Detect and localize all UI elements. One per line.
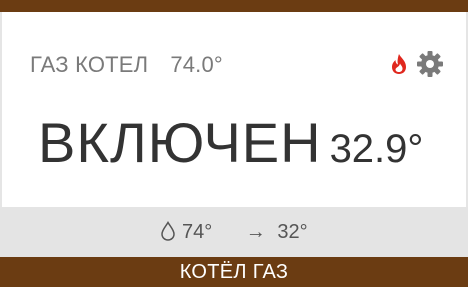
- arrow-right-icon: →: [245, 221, 266, 243]
- widget-footer[interactable]: КОТЁЛ ГАЗ: [0, 257, 468, 287]
- water-drop-icon: [161, 221, 176, 241]
- readings-row: 74° → 32°: [0, 221, 468, 244]
- boiler-status: ВКЛЮЧЕН 32.9°: [38, 110, 423, 175]
- setpoint-temp: 74.0°: [170, 52, 223, 77]
- widget-header: ГАЗ КОТЕЛ 74.0°: [30, 52, 223, 78]
- status-text: ВКЛЮЧЕН: [38, 111, 322, 174]
- readings-panel: 74° → 32°: [0, 207, 468, 257]
- top-accent-bar: [0, 0, 468, 12]
- boiler-widget: ГАЗ КОТЕЛ 74.0° ВКЛЮЧЕН 32.9° 74° → 32° …: [0, 0, 468, 287]
- flame-icon: [392, 54, 406, 74]
- device-title: ГАЗ КОТЕЛ: [30, 52, 149, 77]
- header-icons: [390, 50, 444, 78]
- supply-temp: 74°: [181, 221, 213, 243]
- target-temp: 32°: [277, 221, 308, 243]
- current-temp: 32.9°: [329, 127, 424, 171]
- gear-icon[interactable]: [416, 50, 444, 78]
